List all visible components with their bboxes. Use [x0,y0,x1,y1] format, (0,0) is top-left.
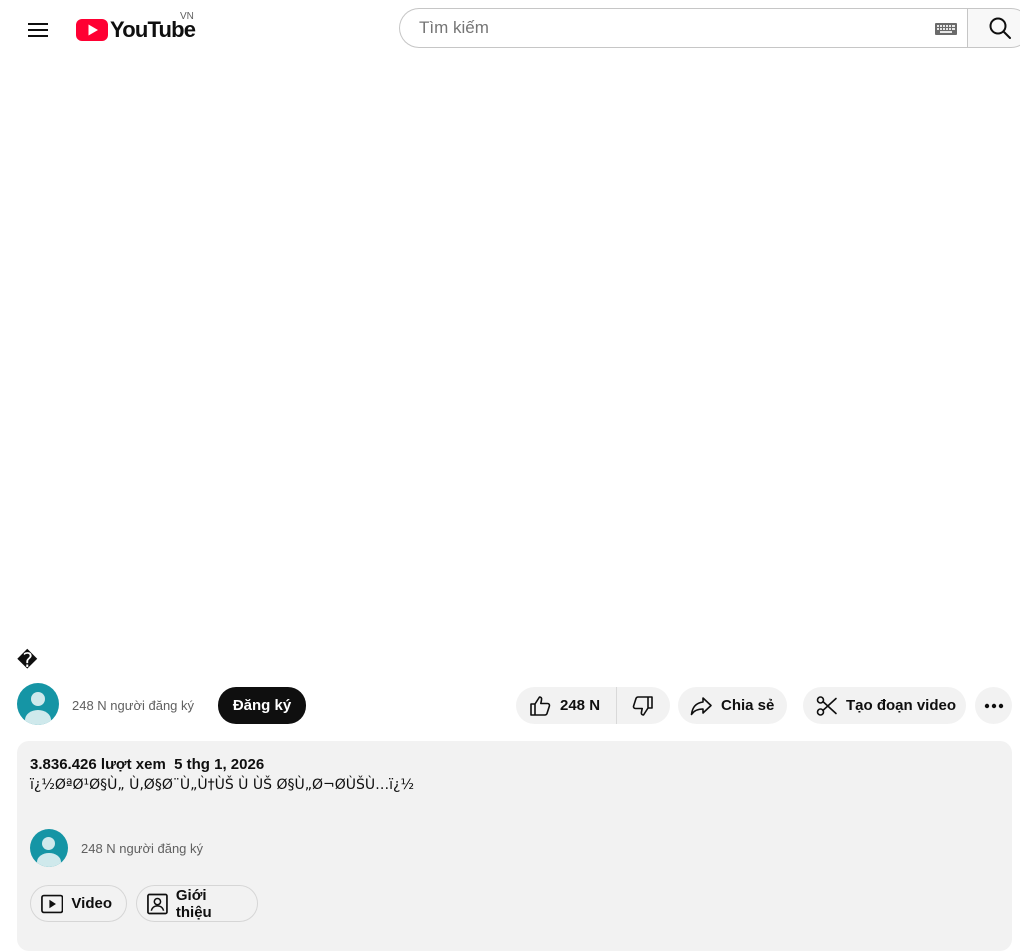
description-meta: 3.836.426 lượt xem 5 thg 1, 2026 [30,756,264,773]
videos-tab-label: Video [71,895,112,912]
videos-tab-button[interactable]: Video [30,885,127,922]
like-button[interactable]: 248 N [516,687,618,724]
scissors-icon [816,695,837,716]
subscribe-button[interactable]: Đăng ký [218,687,306,724]
like-count: 248 N [560,697,601,714]
thumbs-up-icon [530,695,551,716]
guide-menu-button[interactable] [18,10,58,50]
search-icon [989,17,1011,39]
youtube-logo[interactable]: YouTube VN [76,11,196,46]
description-channel-avatar[interactable] [30,829,68,867]
more-actions-button[interactable] [975,687,1012,724]
video-player[interactable] [0,60,1020,640]
search-button[interactable] [967,8,1020,48]
clip-button[interactable]: Tạo đoạn video [803,687,966,724]
dislike-button[interactable] [617,687,655,724]
share-label: Chia sẻ [721,697,775,714]
share-icon [690,696,712,715]
video-play-icon [41,894,64,913]
youtube-play-icon [76,19,108,41]
country-code: VN [180,11,194,22]
description-subscriber-count: 248 N người đăng ký [81,841,204,856]
share-button[interactable]: Chia sẻ [678,687,787,724]
account-box-icon [147,893,168,914]
thumbs-down-icon [632,695,653,716]
video-title: � [17,648,38,672]
like-dislike-group: 248 N [516,687,670,724]
search-input[interactable] [417,17,921,39]
channel-avatar[interactable] [17,683,59,725]
about-tab-button[interactable]: Giới thiệu [136,885,258,922]
keyboard-icon[interactable] [935,23,957,35]
description-text: ï¿½ØªØ¹Ø§Ù„ Ù‚Ø§Ø¨Ù„Ù†ÙŠ Ù ÙŠ Ø§Ù„Ø¬ØÙŠÙ… [30,777,415,793]
about-tab-label: Giới thiệu [175,886,212,921]
subscriber-count: 248 N người đăng ký [72,698,195,713]
more-horizontal-icon [984,703,1003,708]
hamburger-menu-icon [28,23,48,37]
clip-label: Tạo đoạn video [846,697,957,714]
search-box [399,8,967,48]
publish-date: 5 thg 1, 2026 [174,756,265,773]
view-count: 3.836.426 lượt xem [30,756,166,773]
masthead: YouTube VN [0,0,1020,60]
description-box[interactable]: 3.836.426 lượt xem 5 thg 1, 2026 ï¿½ØªØ¹… [17,741,1012,951]
